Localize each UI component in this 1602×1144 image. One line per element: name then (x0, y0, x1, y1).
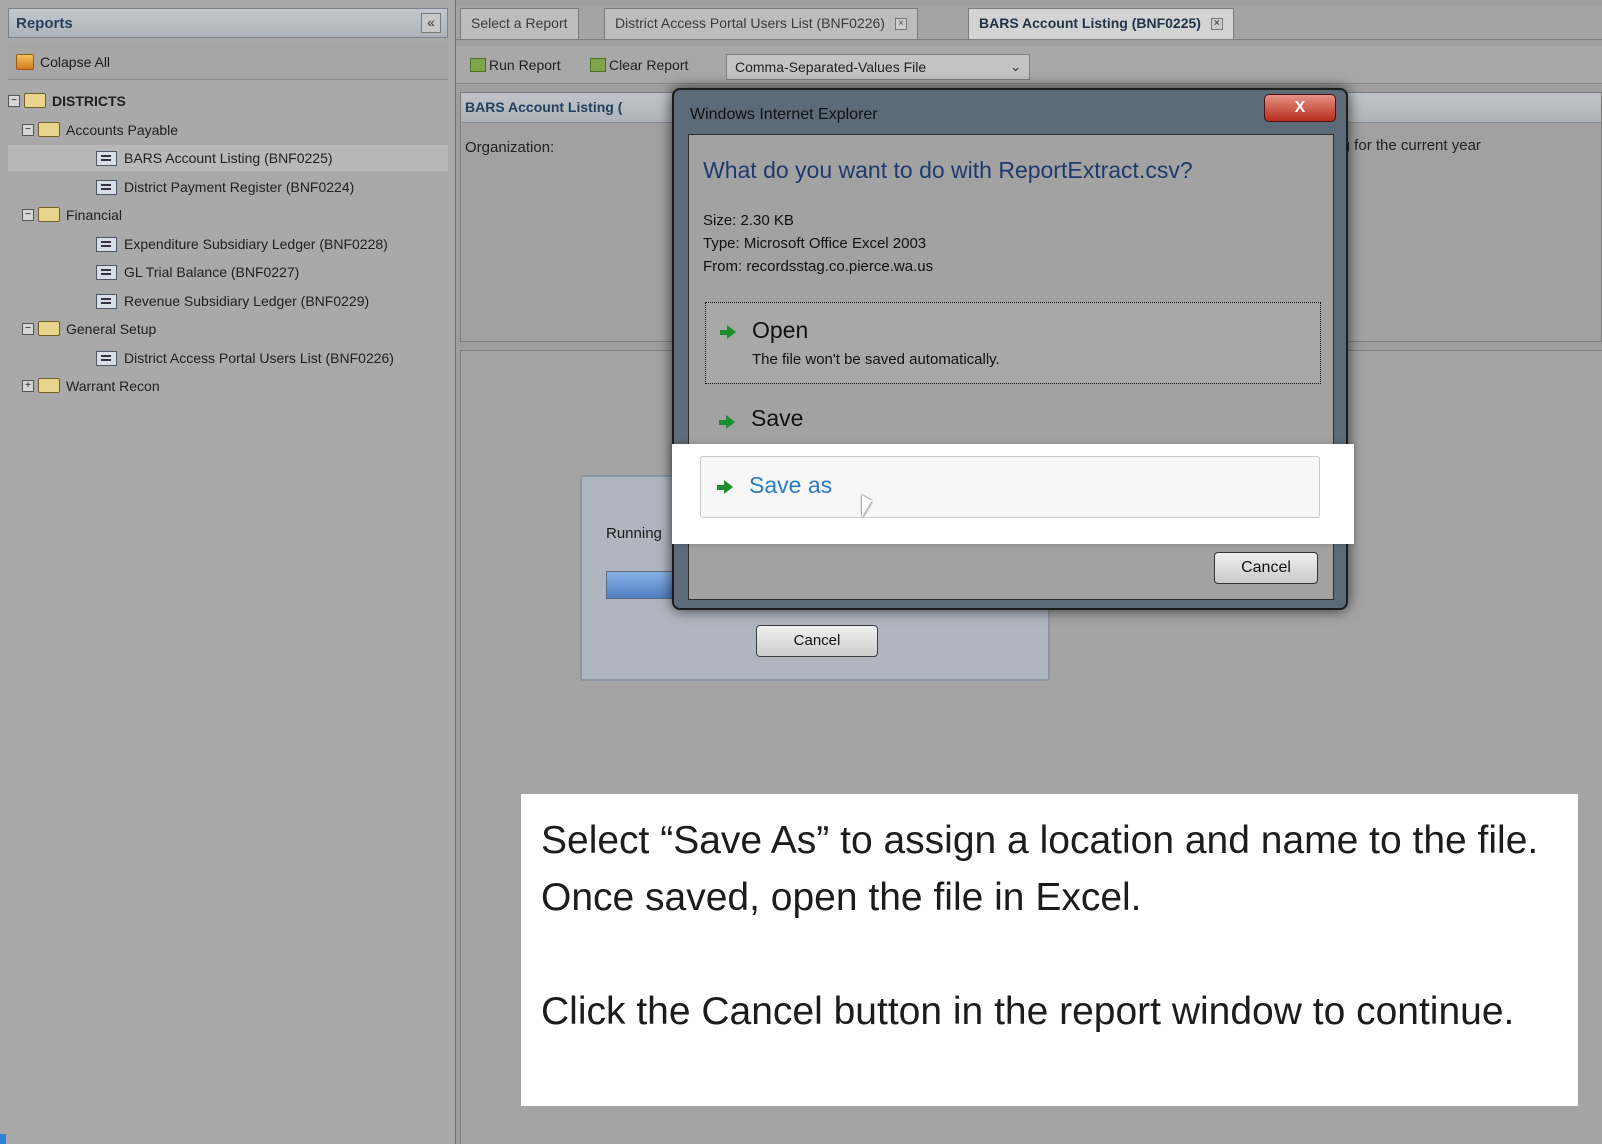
folder-icon (38, 121, 60, 137)
tree-item-label: General Setup (66, 321, 157, 337)
tree-report-item[interactable]: BARS Account Listing (BNF0225) (8, 145, 448, 171)
run-report-label: Run Report (489, 57, 561, 73)
tab-label: District Access Portal Users List (BNF02… (615, 15, 885, 31)
download-question: What do you want to do with ReportExtrac… (703, 157, 1193, 183)
tree-item-label: Revenue Subsidiary Ledger (BNF0229) (124, 292, 370, 309)
tree-item-label: DISTRICTS (52, 93, 126, 109)
file-source: From: recordsstag.co.pierce.wa.us (703, 258, 934, 275)
tree-folder[interactable]: + Warrant Recon (8, 373, 448, 399)
save-as-option-title: Save as (749, 472, 833, 498)
collapse-all-label: Colapse All (40, 54, 111, 70)
dialog-cancel-button[interactable]: Cancel (1214, 552, 1318, 584)
green-arrow-icon (717, 480, 733, 494)
reports-panel-title: Reports (16, 15, 73, 32)
file-info: Size: 2.30 KB Type: Microsoft Office Exc… (703, 209, 933, 278)
tree-folder[interactable]: − Accounts Payable (8, 117, 448, 143)
tree-report-item[interactable]: GL Trial Balance (BNF0227) (8, 259, 448, 285)
export-format-select[interactable]: Comma-Separated-Values File ⌄ (726, 54, 1030, 80)
save-option[interactable]: Save (751, 405, 803, 432)
tab-bars-account-listing[interactable]: BARS Account Listing (BNF0225) × (968, 8, 1234, 39)
tree-item-label: District Access Portal Users List (BNF02… (124, 349, 394, 366)
report-icon (96, 265, 117, 280)
report-toolbar: Run Report Clear Report Comma-Separated-… (456, 46, 1602, 84)
collapse-panel-icon[interactable]: « (421, 13, 441, 33)
dialog-title: Windows Internet Explorer (690, 106, 878, 123)
running-cancel-button[interactable]: Cancel (756, 625, 878, 657)
tree-item-label: Warrant Recon (66, 378, 160, 394)
open-option[interactable]: Open The file won't be saved automatical… (705, 302, 1321, 384)
file-size: Size: 2.30 KB (703, 212, 794, 229)
tree-item-label: District Payment Register (BNF0224) (124, 178, 355, 195)
report-icon (96, 179, 117, 195)
tree-item-label: Accounts Payable (66, 121, 179, 138)
collapse-icon[interactable]: − (22, 323, 34, 335)
organization-label: Organization: (465, 139, 555, 156)
save-as-option[interactable]: Save as (700, 456, 1320, 518)
report-icon (96, 151, 117, 166)
tree-folder[interactable]: − Financial (8, 202, 448, 228)
folder-icon (38, 207, 60, 222)
report-tabbar: Select a Report District Access Portal U… (456, 6, 1602, 40)
tree-report-item[interactable]: District Payment Register (BNF0224) (8, 174, 448, 200)
green-arrow-icon (720, 325, 736, 339)
tree-folder[interactable]: − DISTRICTS (8, 88, 448, 114)
tab-district-access-portal[interactable]: District Access Portal Users List (BNF02… (604, 8, 918, 39)
instruction-text-1: Select “Save As” to assign a location an… (541, 819, 1539, 919)
tab-label: BARS Account Listing (BNF0225) (979, 15, 1201, 31)
clear-report-button[interactable]: Clear Report (590, 57, 688, 73)
instruction-text-2: Click the Cancel button in the report wi… (541, 990, 1515, 1033)
green-arrow-icon (719, 415, 735, 429)
clear-report-label: Clear Report (609, 57, 689, 73)
report-icon (96, 236, 117, 252)
folder-icon (38, 321, 60, 336)
tree-item-label: GL Trial Balance (BNF0227) (124, 264, 300, 280)
running-label: Running (606, 525, 662, 542)
tab-close-icon[interactable]: × (894, 18, 907, 31)
reports-panel-header: Reports « (8, 8, 448, 38)
tree-folder[interactable]: − General Setup (8, 316, 448, 342)
collapse-all-icon (16, 54, 34, 70)
expand-icon[interactable]: + (22, 380, 34, 392)
chevron-down-icon: ⌄ (1010, 59, 1021, 74)
file-type: Type: Microsoft Office Excel 2003 (703, 235, 927, 252)
tree-report-item[interactable]: District Access Portal Users List (BNF02… (8, 345, 448, 371)
clear-report-icon (590, 58, 606, 72)
tab-label: Select a Report (471, 15, 568, 31)
collapse-icon[interactable]: − (22, 209, 34, 221)
open-option-title: Open (752, 317, 809, 343)
tree-item-label: BARS Account Listing (BNF0225) (124, 150, 333, 166)
run-report-icon (470, 58, 486, 72)
tab-close-icon[interactable]: × (1210, 18, 1223, 31)
collapse-all-button[interactable]: Colapse All (8, 44, 448, 80)
corner-marker (0, 1134, 6, 1144)
report-icon (96, 293, 117, 309)
tree-report-item[interactable]: Revenue Subsidiary Ledger (BNF0229) (8, 288, 448, 314)
tree-report-item[interactable]: Expenditure Subsidiary Ledger (BNF0228) (8, 231, 448, 257)
tab-select-a-report[interactable]: Select a Report (460, 8, 579, 39)
run-report-button[interactable]: Run Report (470, 57, 561, 73)
collapse-icon[interactable]: − (8, 95, 20, 107)
dialog-close-button[interactable]: X (1264, 94, 1336, 122)
report-panel-title: BARS Account Listing ( (465, 99, 623, 115)
tree-item-label: Expenditure Subsidiary Ledger (BNF0228) (124, 235, 388, 252)
export-format-value: Comma-Separated-Values File (735, 59, 927, 75)
folder-icon (24, 93, 46, 108)
folder-icon (38, 378, 60, 393)
open-option-subtitle: The file won't be saved automatically. (752, 351, 1000, 368)
tree-item-label: Financial (66, 207, 123, 223)
instruction-callout: Select “Save As” to assign a location an… (521, 794, 1578, 1106)
reports-sidebar: Reports « Colapse All − DISTRICTS − Account… (0, 0, 456, 1144)
report-icon (96, 350, 117, 366)
collapse-icon[interactable]: − (22, 123, 34, 136)
